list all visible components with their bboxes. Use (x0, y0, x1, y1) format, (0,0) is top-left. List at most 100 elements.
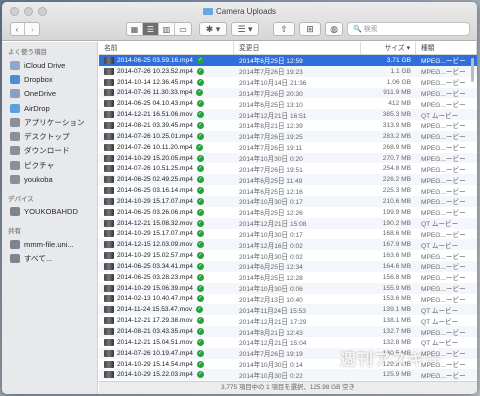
sidebar-item-favorites-4[interactable]: アプリケーション (2, 115, 97, 129)
file-row[interactable]: 2014-10-29 15.17.07.mp4 ✓ 2014年10月30日 0:17… (99, 195, 477, 207)
sidebar-item-favorites-2[interactable]: OneDrive (2, 87, 97, 101)
sidebar-item-shared-0[interactable]: mmm-file.uni... (2, 237, 97, 251)
file-name-cell: 2014-10-29 15.20.05.mp4 ✓ (99, 154, 234, 162)
applications-icon (10, 117, 20, 127)
file-row[interactable]: 2014-07-26 10.51.25.mp4 ✓ 2014年7月26日 19:51… (99, 163, 477, 174)
file-row[interactable]: 2014-06-25 04.10.43.mp4 ✓ 2014年6月25日 13:10… (99, 98, 477, 109)
column-header-size[interactable]: サイズ ▾ (361, 42, 416, 54)
file-name: 2014-10-14 12.36.45.mp4 (117, 78, 193, 86)
column-header-kind[interactable]: 種類 (416, 42, 477, 54)
file-date: 2014年7月26日 19:11 (239, 145, 303, 153)
file-row[interactable]: 2014-07-26 10.23.52.mp4 ✓ 2014年7月26日 19:23… (99, 65, 477, 77)
file-row[interactable]: 2014-07-26 10.11.20.mp4 ✓ 2014年7月26日 19:11… (99, 142, 477, 153)
file-row[interactable]: 2014-10-29 15.02.57.mp4 ✓ 2014年10月30日 0:02… (99, 250, 477, 261)
file-name-cell: 2014-10-29 15.02.57.mp4 ✓ (99, 252, 234, 260)
new-folder-button[interactable]: ⊞ (299, 22, 321, 36)
file-row[interactable]: 2014-06-25 03.16.14.mp4 ✓ 2014年6月25日 12:16… (99, 185, 477, 196)
airdrop-icon (10, 103, 20, 113)
file-kind: MPEG...ービー (421, 134, 466, 142)
coverflow-view-button[interactable]: ▭ (175, 23, 191, 35)
vertical-scrollbar[interactable] (471, 58, 474, 82)
video-thumbnail-icon (104, 111, 114, 119)
sync-check-icon: ✓ (196, 306, 204, 314)
file-row[interactable]: 2014-10-29 15.06.39.mp4 ✓ 2014年10月30日 0:06… (99, 282, 477, 294)
file-date: 2014年6月25日 12:59 (239, 58, 303, 66)
file-size: 153.6 MB (382, 295, 411, 303)
tags-button[interactable]: ◍ (325, 22, 343, 36)
file-size: 167.9 MB (382, 241, 411, 249)
icon-view-button[interactable]: ▦ (127, 23, 143, 35)
file-size: 313.9 MB (382, 121, 411, 129)
file-row[interactable]: 2014-12-21 15.08.32.mov ✓ 2014年12月21日 15:0… (99, 217, 477, 229)
file-date: 2014年7月26日 19:23 (239, 69, 303, 77)
sidebar-item-label: すべて... (24, 253, 53, 263)
sync-check-icon: ✓ (196, 262, 204, 270)
file-kind: MPEG...ービー (421, 199, 466, 207)
file-row[interactable]: 2014-06-25 03.28.23.mp4 ✓ 2014年6月25日 12:28… (99, 272, 477, 283)
back-button[interactable]: ‹ (10, 23, 25, 35)
sidebar-item-favorites-6[interactable]: ダウンロード (2, 144, 97, 158)
file-row[interactable]: 2014-12-21 16.51.06.mov ✓ 2014年12月21日 16:5… (99, 109, 477, 121)
video-thumbnail-icon (104, 165, 114, 173)
file-size: 155.9 MB (382, 284, 411, 292)
file-name-cell: 2014-07-26 10.11.20.mp4 ✓ (99, 143, 234, 151)
file-name: 2014-08-21 03.39.45.mp4 (117, 121, 193, 129)
sync-check-icon: ✓ (196, 89, 204, 97)
column-header-name[interactable]: 名前 (99, 42, 234, 54)
file-row[interactable]: 2014-06-25 03.59.16.mp4 ✓ 2014年6月25日 12:59… (99, 55, 477, 66)
file-list: 2014-06-25 03.59.16.mp4 ✓ 2014年6月25日 12:59… (99, 55, 477, 381)
sidebar-item-favorites-8[interactable]: youkoba (2, 172, 97, 186)
share-button[interactable]: ⇧ (273, 22, 295, 36)
video-thumbnail-icon (104, 121, 114, 129)
file-name: 2014-06-25 02.49.25.mp4 (117, 176, 193, 184)
file-row[interactable]: 2014-02-13 10.40.47.mp4 ✓ 2014年2月13日 10:40… (99, 294, 477, 305)
file-kind: MPEG...ービー (421, 101, 466, 109)
file-row[interactable]: 2014-07-26 11.30.33.mp4 ✓ 2014年7月26日 20:30… (99, 87, 477, 99)
search-field[interactable]: 🔍 検索 (347, 22, 470, 36)
sidebar-item-favorites-7[interactable]: ピクチャ (2, 158, 97, 172)
sidebar-item-favorites-5[interactable]: デスクトップ (2, 129, 97, 143)
sidebar-section-favorites: よく使う項目 (8, 49, 47, 56)
column-view-button[interactable]: ▥ (159, 23, 175, 35)
arrange-menu-button[interactable]: ☰ ▾ (231, 22, 259, 36)
file-row[interactable]: 2014-06-25 03.34.41.mp4 ✓ 2014年6月25日 12:34… (99, 261, 477, 272)
file-row[interactable]: 2014-11-24 15.53.47.mov ✓ 2014年11月24日 15:5… (99, 304, 477, 316)
title-bar: Camera Uploads ‹ › ▦ ☰ ▥ ▭ ✱ ▾ ☰ ▾ ⇧ ⊞ ◍ 🔍 … (2, 2, 477, 41)
action-menu-button[interactable]: ✱ ▾ (199, 22, 227, 36)
file-row[interactable]: 2014-10-29 15.20.05.mp4 ✓ 2014年10月30日 0:20… (99, 152, 477, 164)
sidebar: よく使う項目 iCloud Drive Dropbox OneDrive AirDro… (2, 42, 98, 394)
sidebar-item-devices-0[interactable]: YOUKOBAHDD (2, 205, 97, 219)
file-row[interactable]: 2014-08-21 03.43.35.mp4 ✓ 2014年8月21日 12:43… (99, 326, 477, 337)
file-kind: QT ムービー (421, 242, 459, 250)
file-row[interactable]: 2014-12-15 12.03.09.mov ✓ 2014年12月16日 0:02… (99, 239, 477, 251)
sidebar-item-label: iCloud Drive (24, 60, 66, 70)
sidebar-item-favorites-1[interactable]: Dropbox (2, 72, 97, 86)
file-row[interactable]: 2014-06-25 03.26.06.mp4 ✓ 2014年6月25日 12:26… (99, 207, 477, 218)
downloads-icon (10, 146, 20, 156)
video-thumbnail-icon (104, 273, 114, 281)
file-row[interactable]: 2014-10-29 15.17.07.mp4 ✓ 2014年10月30日 0:17… (99, 229, 477, 240)
file-name: 2014-06-25 03.59.16.mp4 (117, 56, 193, 64)
file-row[interactable]: 2014-10-14 12.36.45.mp4 ✓ 2014年10月14日 21:3… (99, 77, 477, 88)
sync-check-icon: ✓ (196, 338, 204, 346)
forward-button[interactable]: › (25, 23, 40, 35)
file-kind: MPEG...ービー (421, 123, 466, 131)
file-row[interactable]: 2014-07-26 10.25.01.mp4 ✓ 2014年7月26日 19:25… (99, 130, 477, 142)
file-row[interactable]: 2014-06-25 02.49.25.mp4 ✓ 2014年6月25日 11:49… (99, 174, 477, 186)
file-row[interactable]: 2014-08-21 03.39.45.mp4 ✓ 2014年8月21日 12:39… (99, 120, 477, 131)
sidebar-item-shared-1[interactable]: すべて... (2, 251, 97, 265)
file-size: 1.1 GB (390, 67, 411, 75)
file-name-cell: 2014-06-25 02.49.25.mp4 ✓ (99, 176, 234, 184)
globe-icon (10, 253, 20, 263)
sidebar-item-favorites-3[interactable]: AirDrop (2, 101, 97, 115)
file-date: 2014年10月30日 0:22 (239, 372, 303, 380)
file-row[interactable]: 2014-10-29 15.22.03.mp4 ✓ 2014年10月30日 0:22… (99, 369, 477, 381)
sidebar-item-favorites-0[interactable]: iCloud Drive (2, 58, 97, 72)
column-header-date[interactable]: 変更日 (234, 42, 361, 54)
list-view-button[interactable]: ☰ (143, 23, 159, 35)
gear-icon: ✱ ▾ (205, 23, 221, 34)
file-date: 2014年6月25日 13:10 (239, 101, 303, 109)
file-row[interactable]: 2014-12-21 17.29.38.mov ✓ 2014年12月21日 17:2… (99, 315, 477, 326)
sync-check-icon: ✓ (196, 165, 204, 173)
sync-check-icon: ✓ (196, 187, 204, 195)
